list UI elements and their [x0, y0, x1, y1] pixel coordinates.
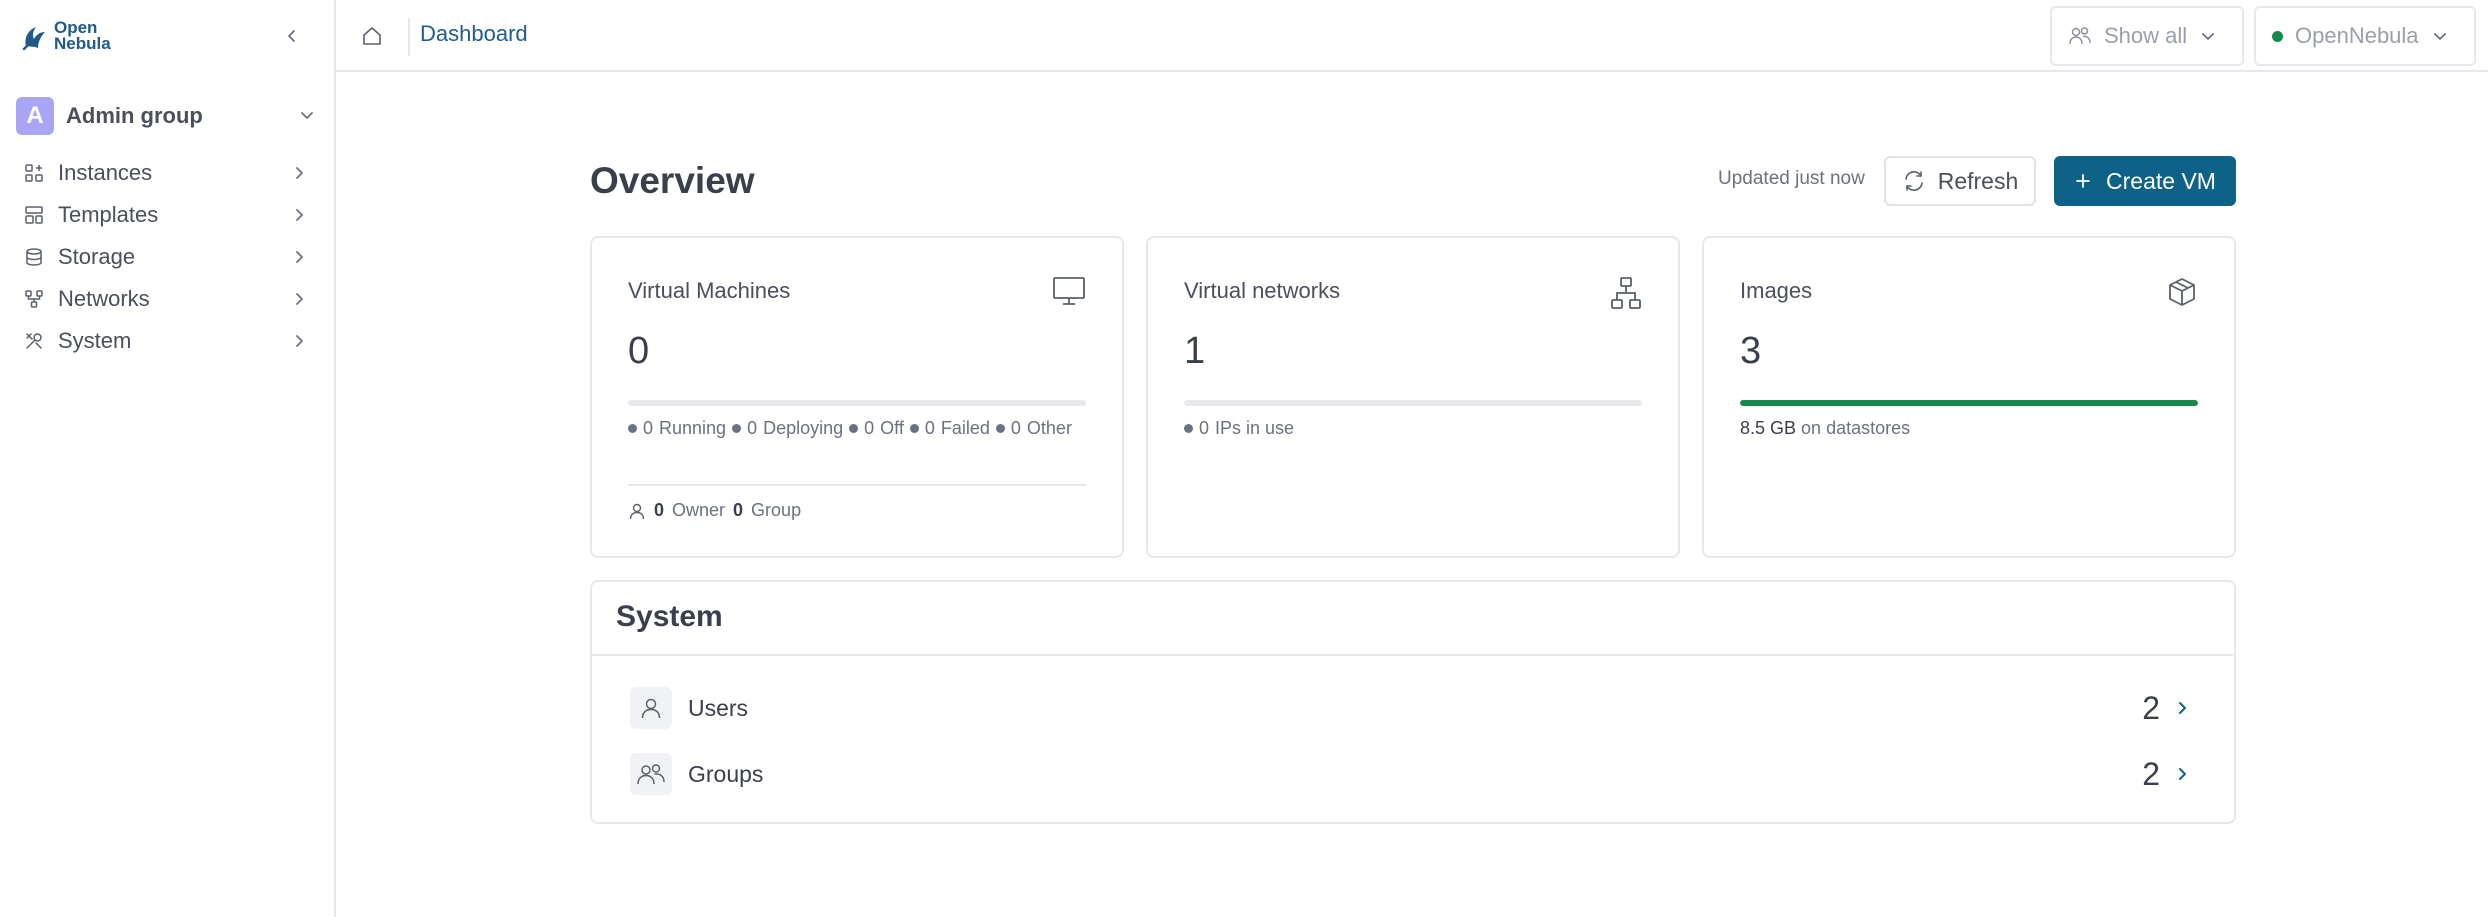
- chevron-right-icon: [2174, 700, 2190, 716]
- instances-icon: [24, 163, 44, 183]
- zone-status-dot: [2272, 30, 2283, 42]
- topbar: Dashboard Show all OpenNebula: [336, 0, 2488, 72]
- card-divider: [628, 484, 1086, 486]
- chevron-down-icon: [298, 106, 316, 124]
- system-row-groups[interactable]: Groups 2: [630, 750, 2210, 798]
- datastore-size: 8.5 GB on datastores: [1740, 418, 1911, 438]
- group-avatar: A: [16, 97, 54, 135]
- sidebar-item-label: Templates: [58, 202, 159, 227]
- sidebar-item-label: Storage: [58, 244, 136, 269]
- sidebar-item-templates[interactable]: Templates: [0, 194, 334, 236]
- card-value: 3: [1740, 330, 1762, 372]
- legend-dot: [909, 423, 919, 433]
- plus-icon: [2074, 172, 2092, 190]
- monitor-icon: [1052, 276, 1086, 306]
- chevron-down-icon: [2431, 27, 2449, 45]
- refresh-icon: [1902, 169, 1926, 193]
- templates-icon: [24, 205, 44, 225]
- system-title: System: [616, 600, 723, 633]
- ips-usage-bar: [1184, 400, 1642, 406]
- legend-dot: [732, 423, 742, 433]
- chevron-right-icon: [290, 248, 308, 266]
- home-button[interactable]: [356, 20, 388, 52]
- legend-item-failed: 0 Failed: [909, 418, 990, 438]
- home-icon: [361, 25, 383, 47]
- storage-icon: [24, 247, 44, 267]
- system-divider: [592, 654, 2234, 656]
- chevron-right-icon: [290, 332, 308, 350]
- sidebar-nav: Instances Templates Storage Networks Sys…: [0, 152, 334, 362]
- opennebula-logo-icon: [22, 22, 48, 50]
- users-icon: [630, 753, 672, 795]
- vms-card[interactable]: Virtual Machines 0 0 Running 0 Deploying 0…: [590, 236, 1124, 558]
- user-icon: [628, 502, 646, 520]
- chevron-right-icon: [290, 164, 308, 182]
- zone-select[interactable]: OpenNebula: [2254, 6, 2476, 66]
- network-topology-icon: [1610, 276, 1642, 310]
- refresh-label: Refresh: [1937, 167, 2019, 194]
- networks-card[interactable]: Virtual networks 1 0 IPs in use: [1146, 236, 1680, 558]
- card-value: 0: [628, 330, 650, 372]
- card-title: Virtual Machines: [628, 278, 791, 303]
- system-row-count: 2: [2142, 755, 2160, 792]
- datastore-usage-bar: [1740, 400, 2198, 406]
- sidebar-item-label: Networks: [58, 286, 150, 311]
- refresh-button[interactable]: Refresh: [1884, 156, 2036, 206]
- sidebar: Open Nebula A Admin group Instances Temp…: [0, 0, 336, 917]
- brand-name: Open Nebula: [54, 18, 111, 53]
- user-icon: [630, 687, 672, 729]
- create-vm-button[interactable]: Create VM: [2054, 156, 2236, 206]
- legend-dot: [1184, 423, 1193, 433]
- zone-select-value: OpenNebula: [2295, 23, 2419, 48]
- images-card[interactable]: Images 3 8.5 GB on datastores: [1702, 236, 2236, 558]
- legend-item-ips: 0 IPs in use: [1184, 418, 1294, 438]
- sidebar-item-system[interactable]: System: [0, 320, 334, 362]
- system-row-users[interactable]: Users 2: [630, 684, 2210, 732]
- breadcrumb-divider: [408, 18, 410, 56]
- card-title: Images: [1740, 278, 1813, 303]
- group-selector[interactable]: A Admin group: [16, 94, 320, 138]
- legend-dot: [849, 423, 859, 433]
- collapse-sidebar-button[interactable]: [278, 22, 306, 50]
- ips-legend: 0 IPs in use: [1184, 418, 1654, 438]
- system-row-count: 2: [2142, 689, 2160, 726]
- vms-state-bar: [628, 400, 1086, 406]
- legend-dot: [995, 423, 1005, 433]
- networks-icon: [24, 289, 44, 309]
- sidebar-item-instances[interactable]: Instances: [0, 152, 334, 194]
- legend-item-running: 0 Running: [628, 418, 726, 438]
- chevron-right-icon: [290, 206, 308, 224]
- system-icon: [24, 331, 44, 351]
- chevron-left-icon: [284, 28, 300, 44]
- legend-item-deploying: 0 Deploying: [732, 418, 843, 438]
- chevron-right-icon: [2174, 766, 2190, 782]
- sidebar-item-networks[interactable]: Networks: [0, 278, 334, 320]
- card-title: Virtual networks: [1184, 278, 1341, 303]
- box-icon: [2166, 276, 2198, 308]
- filter-select[interactable]: Show all: [2050, 6, 2244, 66]
- updated-status: Updated just now: [1718, 168, 1865, 189]
- legend-item-other: 0 Other: [995, 418, 1072, 438]
- sidebar-item-label: System: [58, 328, 132, 353]
- sidebar-item-storage[interactable]: Storage: [0, 236, 334, 278]
- ownership-summary: 0 Owner 0 Group: [628, 500, 801, 521]
- sidebar-item-label: Instances: [58, 160, 153, 185]
- group-name: Admin group: [66, 103, 203, 128]
- breadcrumb-dashboard[interactable]: Dashboard: [420, 21, 528, 47]
- users-filter-icon: [2068, 25, 2092, 47]
- filter-select-value: Show all: [2104, 23, 2188, 48]
- system-row-label: Users: [688, 694, 749, 721]
- legend-dot: [628, 423, 637, 433]
- legend-item-off: 0 Off: [849, 418, 904, 438]
- chevron-down-icon: [2199, 27, 2217, 45]
- vms-state-legend: 0 Running 0 Deploying 0 Off 0 Failed 0 Other: [628, 418, 1098, 438]
- system-row-label: Groups: [688, 760, 764, 787]
- page-title: Overview: [590, 160, 755, 201]
- create-vm-label: Create VM: [2106, 167, 2216, 194]
- brand-logo[interactable]: Open Nebula: [22, 18, 111, 54]
- datastore-usage-fill: [1740, 400, 2198, 406]
- chevron-right-icon: [290, 290, 308, 308]
- card-value: 1: [1184, 330, 1206, 372]
- system-panel: System Users 2 Groups 2: [590, 580, 2236, 824]
